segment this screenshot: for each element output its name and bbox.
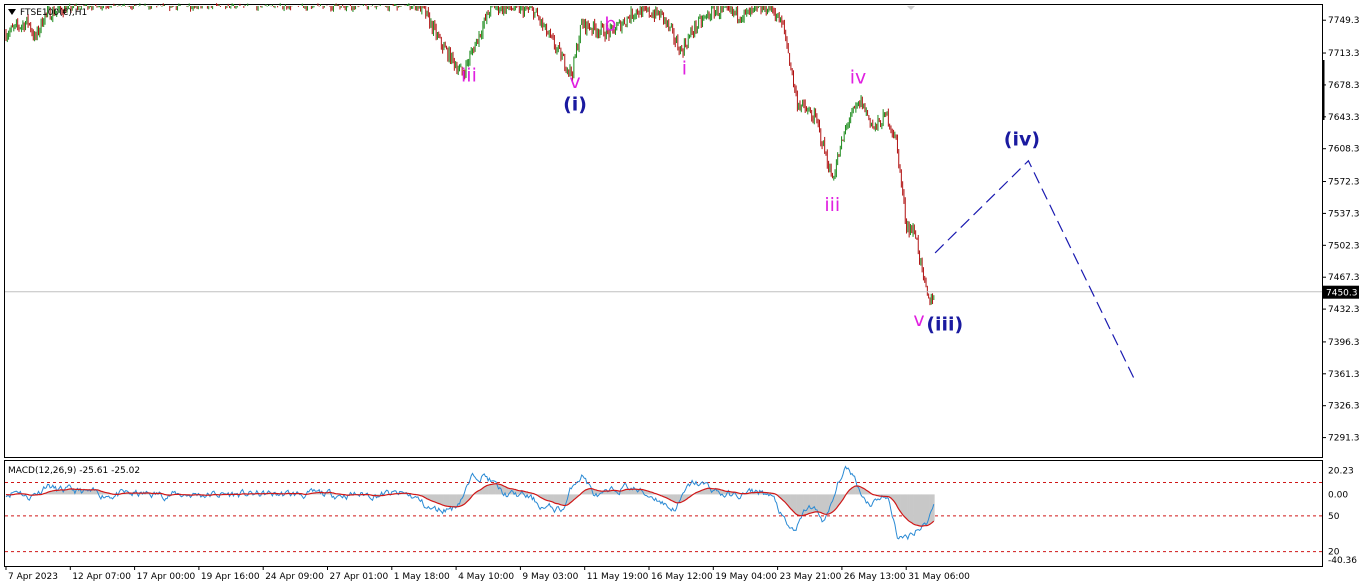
time-tick-label: 12 Apr 07:00	[72, 572, 131, 582]
time-tick-label: 1 May 18:00	[394, 572, 450, 582]
price-tick-label: 7537.3	[1328, 209, 1360, 219]
macd-label: MACD(12,26,9) -25.61 -25.02	[8, 466, 140, 476]
current-price-tag: 7450.3	[1323, 285, 1359, 299]
time-tick-label: 26 May 13:00	[844, 572, 906, 582]
wave-label: (iv)	[1004, 128, 1040, 150]
time-tick-label: 19 Apr 16:00	[201, 572, 260, 582]
wave-label: b	[604, 14, 616, 36]
time-axis: 7 Apr 2023 12 Apr 07:00 17 Apr 00:00 19 Apr…	[5, 566, 970, 582]
price-panel[interactable]	[4, 4, 1323, 458]
price-tick-label: 7432.3	[1328, 305, 1360, 315]
time-tick-label: 17 Apr 00:00	[137, 572, 196, 582]
price-tick-label: 7643.3	[1328, 113, 1360, 123]
macd-tick-label: 50	[1328, 512, 1340, 522]
price-tick-label: 7713.3	[1328, 49, 1360, 59]
time-tick-label: 4 May 10:00	[458, 572, 514, 582]
wave-label: v	[569, 71, 580, 93]
price-tick-label: 7467.3	[1328, 273, 1360, 283]
price-tick-label: 7608.3	[1328, 145, 1360, 155]
time-tick-label: 7 Apr 2023	[8, 572, 58, 582]
wave-label: i	[682, 57, 687, 79]
chart-window: 20.23 0.00 50 20 -40.36 7749.3 7713.3 7678.3 76…	[0, 0, 1366, 588]
wave-label: (i)	[563, 94, 587, 116]
wave-label: iii	[824, 194, 840, 216]
price-tick-label: 7749.3	[1328, 16, 1360, 26]
time-tick-label: 9 May 03:00	[522, 572, 578, 582]
price-tick-label: 7502.3	[1328, 241, 1360, 251]
price-chart[interactable]: 20.230.005020-40.36 7749.37713.37678.376…	[0, 0, 1366, 588]
price-tick-label: 7572.3	[1328, 178, 1360, 188]
price-tick-label: 7291.3	[1328, 434, 1360, 444]
time-tick-label: 19 May 04:00	[715, 572, 777, 582]
time-tick-label: 11 May 19:00	[587, 572, 649, 582]
current-price-value: 7450.3	[1326, 289, 1358, 299]
wave-label: (iii)	[926, 313, 963, 335]
macd-tick-label: 0.00	[1328, 490, 1348, 500]
time-tick-label: 31 May 06:00	[908, 572, 970, 582]
time-tick-label: 23 May 21:00	[780, 572, 842, 582]
macd-panel[interactable]	[4, 460, 1323, 567]
time-tick-label: 24 Apr 09:00	[265, 572, 324, 582]
time-tick-label: 16 May 12:00	[651, 572, 713, 582]
price-tick-label: 7396.3	[1328, 338, 1360, 348]
macd-tick-label: 20.23	[1328, 466, 1354, 476]
wave-label: v	[913, 309, 924, 331]
price-tick-label: 7326.3	[1328, 402, 1360, 412]
wave-label: iv	[850, 66, 867, 88]
wave-label: iii	[461, 65, 477, 87]
time-tick-label: 27 Apr 01:00	[330, 572, 389, 582]
price-tick-label: 7361.3	[1328, 370, 1360, 380]
macd-tick-label: -40.36	[1328, 556, 1357, 566]
symbol-label: FTSE100(€),H1	[20, 8, 87, 18]
price-tick-label: 7678.3	[1328, 81, 1360, 91]
